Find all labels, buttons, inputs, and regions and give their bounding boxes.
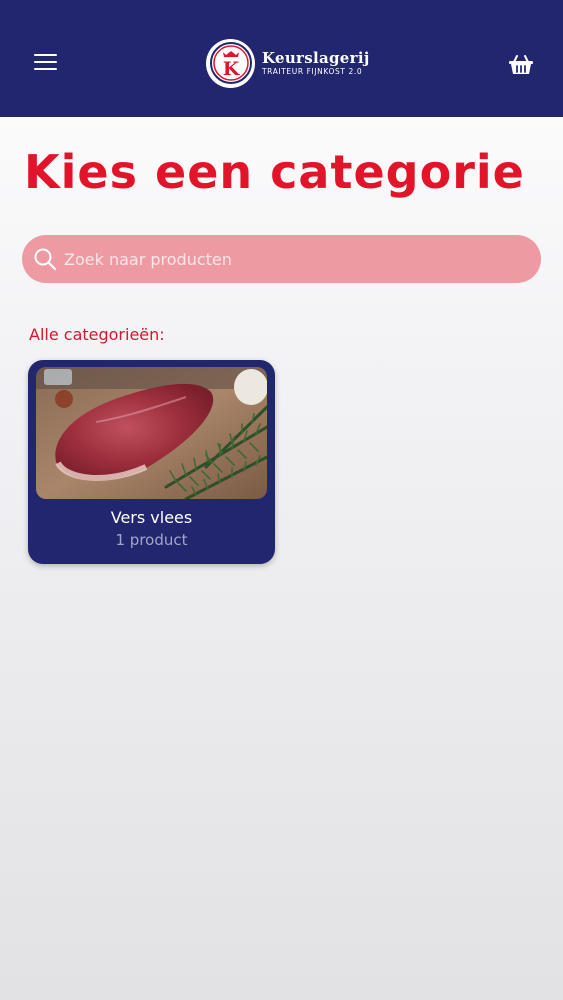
brand-logo[interactable]: K Keurslagerij TRAITEUR FIJNKOST 2.0 xyxy=(206,38,370,88)
category-name: Vers vlees xyxy=(110,508,193,527)
hamburger-line xyxy=(34,61,57,63)
app-header: K Keurslagerij TRAITEUR FIJNKOST 2.0 xyxy=(0,0,563,117)
hamburger-menu-icon xyxy=(34,54,57,56)
menu-button[interactable] xyxy=(34,54,58,72)
logo-emblem: K xyxy=(209,42,252,84)
basket-button[interactable] xyxy=(508,52,534,76)
page-title: Kies een categorie xyxy=(24,145,525,199)
brand-name: Keurslagerij xyxy=(262,49,370,67)
categories-label: Alle categorieën: xyxy=(29,325,165,344)
brand-tagline: TRAITEUR FIJNKOST 2.0 xyxy=(262,67,363,76)
category-image-steak xyxy=(36,367,267,499)
brand-text: Keurslagerij TRAITEUR FIJNKOST 2.0 xyxy=(262,49,370,77)
steak-photo xyxy=(36,367,267,499)
logo-badge-icon: K xyxy=(206,38,255,88)
category-card-vers-vlees[interactable]: Vers vlees 1 product xyxy=(28,360,275,564)
logo-letter: K xyxy=(222,58,240,80)
category-count: 1 product xyxy=(115,531,188,549)
search-bar[interactable] xyxy=(22,235,541,283)
search-input[interactable] xyxy=(62,235,532,283)
hamburger-line xyxy=(34,68,57,70)
basket-icon xyxy=(509,55,533,74)
search-icon xyxy=(34,248,57,271)
